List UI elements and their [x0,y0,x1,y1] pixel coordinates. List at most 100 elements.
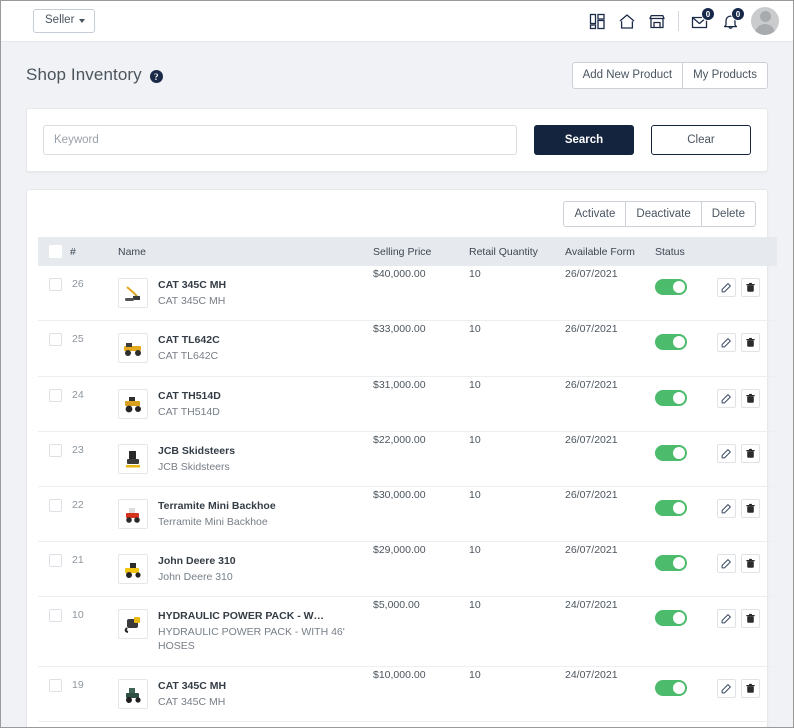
select-all-checkbox[interactable] [49,245,62,258]
column-header-actions [717,237,777,266]
row-name-cell: CAT 345C MHCAT 345C MH [118,266,373,321]
store-icon[interactable] [642,6,672,36]
row-select-cell [38,321,70,376]
delete-icon[interactable] [741,499,760,518]
edit-icon[interactable] [717,278,736,297]
row-checkbox[interactable] [49,444,62,457]
product-thumbnail [118,278,148,308]
delete-button[interactable]: Delete [701,201,756,228]
row-name-cell: CAT TL642CCAT TL642C [118,321,373,376]
help-icon[interactable]: ? [150,70,163,83]
delete-icon[interactable] [741,333,760,352]
product-thumbnail [118,679,148,709]
delete-icon[interactable] [741,609,760,628]
messages-icon[interactable]: 0 [685,6,715,36]
clear-button[interactable]: Clear [651,125,751,155]
page-title: Shop Inventory [26,65,142,85]
add-new-product-button[interactable]: Add New Product [572,62,684,89]
product-description: HYDRAULIC POWER PACK - WITH 46' HOSES [158,625,358,653]
row-available-form: 26/07/2021 [565,542,655,597]
edit-icon[interactable] [717,389,736,408]
row-checkbox[interactable] [49,609,62,622]
select-all-header [38,237,70,266]
search-input[interactable] [43,125,517,155]
row-name-cell: CAT TH514DCAT TH514D [118,376,373,431]
edit-icon[interactable] [717,499,736,518]
table-header-row: # Name Selling Price Retail Quantity Ava… [38,237,777,266]
row-number: 26 [70,266,118,321]
row-available-form: 24/07/2021 [565,597,655,666]
notifications-icon[interactable]: 0 [715,6,745,36]
edit-icon[interactable] [717,679,736,698]
column-header-name[interactable]: Name [118,237,373,266]
row-actions-cell [717,321,777,376]
row-checkbox[interactable] [49,333,62,346]
delete-icon[interactable] [741,278,760,297]
table-row: 21John Deere 310John Deere 310$29,000.00… [38,542,777,597]
column-header-number[interactable]: # [70,237,118,266]
row-checkbox[interactable] [49,278,62,291]
edit-icon[interactable] [717,444,736,463]
status-toggle[interactable] [655,610,687,626]
row-available-form: 26/07/2021 [565,266,655,321]
row-checkbox[interactable] [49,679,62,692]
row-checkbox[interactable] [49,554,62,567]
row-actions-cell [717,431,777,486]
row-actions-cell [717,486,777,541]
my-products-button[interactable]: My Products [682,62,768,89]
table-row: 23JCB SkidsteersJCB Skidsteers$22,000.00… [38,431,777,486]
table-row: 22Terramite Mini BackhoeTerramite Mini B… [38,486,777,541]
activate-button[interactable]: Activate [563,201,626,228]
row-selling-price: $33,000.00 [373,321,469,376]
row-name-cell: John Deere 310John Deere 310 [118,542,373,597]
delete-icon[interactable] [741,679,760,698]
delete-icon[interactable] [741,444,760,463]
row-status-cell [655,266,717,321]
delete-icon[interactable] [741,554,760,573]
row-selling-price: $29,000.00 [373,542,469,597]
status-toggle[interactable] [655,445,687,461]
status-toggle[interactable] [655,390,687,406]
edit-icon[interactable] [717,554,736,573]
column-header-selling-price[interactable]: Selling Price [373,237,469,266]
row-checkbox[interactable] [49,389,62,402]
bulk-button-group: Activate Deactivate Delete [563,201,756,228]
status-toggle[interactable] [655,279,687,295]
row-selling-price: $10,000.00 [373,666,469,721]
row-selling-price: $40,000.00 [373,266,469,321]
search-button[interactable]: Search [534,125,634,155]
status-toggle[interactable] [655,555,687,571]
column-header-status[interactable]: Status [655,237,717,266]
bulk-action-bar: Activate Deactivate Delete [38,201,756,228]
delete-icon[interactable] [741,389,760,408]
product-title: JCB Skidsteers [158,445,235,457]
row-status-cell [655,376,717,431]
row-retail-quantity: 10 [469,321,565,376]
row-status-cell [655,321,717,376]
edit-icon[interactable] [717,609,736,628]
deactivate-button[interactable]: Deactivate [625,201,701,228]
row-retail-quantity: 10 [469,486,565,541]
row-selling-price: $30,000.00 [373,486,469,541]
row-status-cell [655,666,717,721]
column-header-retail-quantity[interactable]: Retail Quantity [469,237,565,266]
product-thumbnail [118,389,148,419]
status-toggle[interactable] [655,334,687,350]
column-header-available-form[interactable]: Available Form [565,237,655,266]
row-checkbox[interactable] [49,499,62,512]
row-select-cell [38,376,70,431]
row-number: 25 [70,321,118,376]
status-toggle[interactable] [655,680,687,696]
home-icon[interactable] [612,6,642,36]
status-toggle[interactable] [655,500,687,516]
seller-dropdown[interactable]: Seller [33,9,95,33]
table-row: 19CAT 345C MHCAT 345C MH$10,000.001024/0… [38,666,777,721]
product-title: CAT TH514D [158,390,221,402]
row-retail-quantity: 10 [469,376,565,431]
product-title: HYDRAULIC POWER PACK - WITH 46'... [158,610,326,622]
dashboard-icon[interactable] [582,6,612,36]
avatar[interactable] [751,7,779,35]
row-number: 21 [70,542,118,597]
row-number: 24 [70,376,118,431]
edit-icon[interactable] [717,333,736,352]
